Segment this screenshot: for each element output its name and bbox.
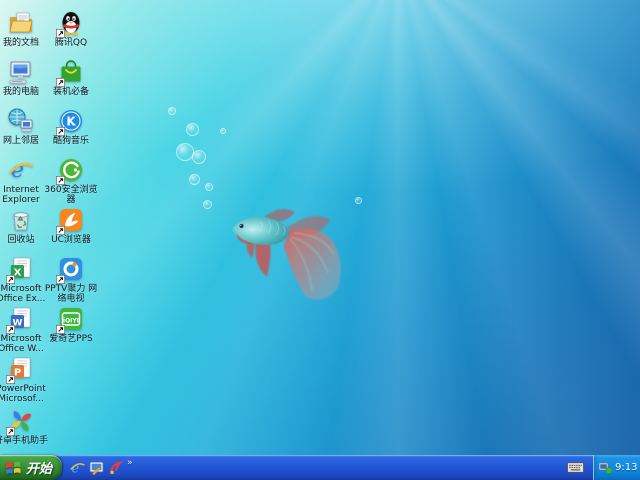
powerpoint-icon: P [6, 356, 34, 384]
desktop-icon-label: 好卓手机助手 [0, 436, 48, 446]
quicklaunch-show-desktop-icon[interactable] [89, 460, 104, 475]
system-tray: 9:13 [593, 455, 640, 480]
svg-text:iQIYI: iQIYI [63, 318, 79, 325]
desktop-wallpaper: 我的文档 腾讯QQ 我的电脑 装机必备 网上邻居 K 酷狗音乐 e Internet Explo… [0, 0, 640, 455]
uc-browser-icon [56, 207, 84, 235]
screen: 我的文档 腾讯QQ 我的电脑 装机必备 网上邻居 K 酷狗音乐 e Internet Explo… [0, 0, 640, 480]
windows-flag-icon [5, 460, 22, 475]
bubble [202, 199, 212, 209]
bubble [168, 107, 176, 115]
bubble [188, 173, 200, 185]
tencent-qq-icon [56, 10, 84, 38]
quicklaunch-internet-explorer-icon[interactable]: e [70, 460, 85, 475]
desktop-icon-label: 爱奇艺PPS [49, 334, 93, 344]
bubble [354, 196, 362, 204]
desktop-icon-kugou-music[interactable]: K 酷狗音乐 [29, 108, 113, 146]
svg-text:K: K [66, 115, 76, 129]
desktop-icon-haozhuo-assistant[interactable]: 好卓手机助手 [0, 408, 63, 446]
desktop-icon-powerpoint[interactable]: P PowerPoint Microsof... [0, 356, 63, 404]
desktop-icon-360-browser[interactable]: 360安全浏览 器 [29, 157, 113, 205]
quicklaunch-media-player-icon[interactable] [108, 460, 123, 475]
desktop-icon-label: PPTV聚力 网 络电视 [44, 284, 98, 304]
security-monitor-tray-icon[interactable] [598, 461, 612, 475]
desktop-icon-label: 腾讯QQ [54, 38, 88, 48]
start-button[interactable]: 开始 [0, 455, 62, 480]
iqiyi-pps-icon: iQIYI [56, 306, 84, 334]
shortcut-arrow-icon [56, 325, 65, 334]
zhuangji-bibei-icon [56, 59, 84, 87]
pptv-icon [56, 256, 84, 284]
shortcut-arrow-icon [56, 275, 65, 284]
shortcut-arrow-icon [6, 427, 15, 436]
desktop-icon-label: UC浏览器 [51, 235, 91, 245]
shortcut-arrow-icon [6, 325, 15, 334]
kugou-music-icon: K [56, 108, 84, 136]
start-label: 开始 [26, 462, 53, 477]
desktop-icon-pptv[interactable]: PPTV聚力 网 络电视 [29, 256, 113, 304]
desktop-icon-iqiyi-pps[interactable]: iQIYI 爱奇艺PPS [29, 306, 113, 344]
taskbar-clock[interactable]: 9:13 [615, 462, 637, 473]
desktop-icon-tencent-qq[interactable]: 腾讯QQ [29, 10, 113, 48]
shortcut-arrow-icon [56, 127, 65, 136]
haozhuo-assistant-icon [6, 408, 34, 436]
taskbar: 开始 e » 9:13 [0, 455, 640, 480]
language-keyboard-icon[interactable] [567, 461, 584, 474]
desktop-icon-label: PowerPoint Microsof... [0, 384, 46, 404]
shortcut-arrow-icon [56, 176, 65, 185]
bubble [205, 183, 213, 191]
shortcut-arrow-icon [6, 275, 15, 284]
desktop-icon-uc-browser[interactable]: UC浏览器 [29, 207, 113, 245]
quick-launch-overflow-chevron[interactable]: » [127, 459, 133, 468]
desktop-icon-label: 360安全浏览 器 [44, 185, 98, 205]
desktop-icon-label: 酷狗音乐 [52, 136, 89, 146]
360-browser-icon [56, 157, 84, 185]
shortcut-arrow-icon [56, 78, 65, 87]
bubble [220, 128, 226, 134]
bubble [185, 122, 199, 136]
shortcut-arrow-icon [56, 29, 65, 38]
bubble [192, 150, 206, 164]
shortcut-arrow-icon [6, 375, 15, 384]
quick-launch-bar: e » [66, 455, 137, 480]
betta-fish [232, 208, 341, 300]
shortcut-arrow-icon [56, 226, 65, 235]
desktop-icon-label: 装机必备 [52, 87, 89, 97]
desktop-icon-zhuangji-bibei[interactable]: 装机必备 [29, 59, 113, 97]
